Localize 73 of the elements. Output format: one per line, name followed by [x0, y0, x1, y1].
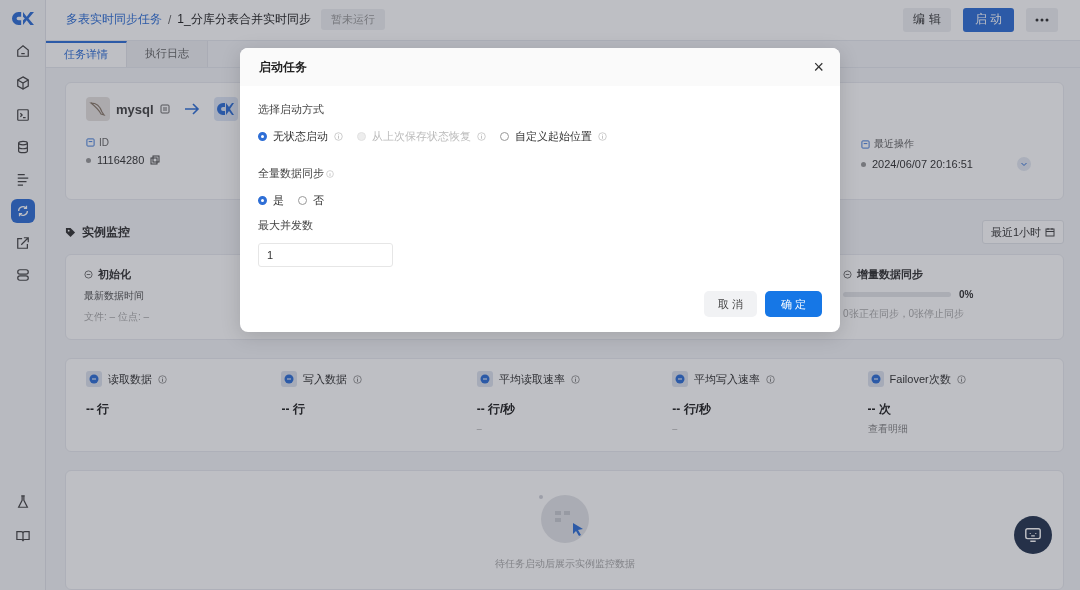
edit-button[interactable]: 编 辑	[903, 7, 951, 32]
metric-label: 写入数据	[303, 371, 348, 387]
arrow-icon	[183, 103, 200, 115]
radio-button[interactable]	[298, 196, 307, 205]
metric-label: Failover次数	[889, 371, 951, 387]
more-icon	[1035, 17, 1049, 22]
info-icon	[326, 169, 334, 178]
breadcrumb-separator: /	[168, 12, 172, 27]
info-icon	[570, 374, 580, 384]
info-icon	[598, 132, 607, 141]
tab[interactable]: 执行日志	[127, 40, 208, 67]
document-icon	[861, 139, 870, 149]
input-field[interactable]: 1	[258, 243, 393, 267]
radio-label[interactable]: 否	[313, 193, 324, 208]
confirm-button[interactable]: 确 定	[764, 291, 822, 317]
metric-value: -- 次	[867, 401, 892, 418]
info-icon	[766, 374, 776, 384]
metric-icon	[867, 371, 884, 387]
calendar-icon	[1045, 227, 1055, 237]
stage-title: 增量数据同步	[857, 267, 923, 282]
stage-text: 最新数据时间	[84, 289, 145, 303]
field-value: 2024/06/07 20:16:51	[872, 158, 973, 170]
section-title: 实例监控	[82, 223, 130, 241]
status-dot	[861, 161, 866, 167]
metric-label: 读取数据	[108, 371, 152, 387]
start-button[interactable]: 启 动	[962, 7, 1014, 32]
page-title: 1_分库分表合并实时同步	[177, 11, 311, 29]
radio-button[interactable]	[258, 196, 267, 205]
radio-label[interactable]: 无状态启动	[273, 129, 328, 144]
status-badge: 暂未运行	[320, 9, 385, 31]
metric-value: -- 行	[86, 401, 111, 418]
cancel-button[interactable]: 取 消	[703, 291, 757, 317]
breadcrumb-link[interactable]: 多表实时同步任务	[66, 11, 162, 29]
metric-value: -- 行/秒	[672, 401, 712, 418]
close-button[interactable]: ×	[809, 58, 828, 76]
info-icon	[334, 132, 343, 141]
progress-percent: 0%	[959, 289, 974, 300]
logo-icon	[213, 97, 238, 121]
info-icon	[353, 374, 363, 384]
logo-icon	[11, 12, 34, 25]
time-range-button[interactable]: 最近1小时	[981, 220, 1064, 244]
metric-icon	[476, 371, 493, 387]
tab[interactable]: 任务详情	[46, 40, 127, 67]
source-name: mysql	[116, 101, 154, 117]
metric-label: 平均写入速率	[694, 371, 761, 387]
document-icon	[86, 138, 95, 147]
info-icon	[477, 132, 486, 141]
radio-button[interactable]	[258, 132, 267, 141]
metric-value: -- 行	[281, 401, 306, 418]
metric-icon	[86, 371, 102, 387]
metric-subtext: –	[672, 424, 679, 434]
info-icon	[956, 374, 966, 384]
radio-button[interactable]	[500, 132, 509, 141]
sync-icon[interactable]	[10, 199, 35, 223]
radio-label[interactable]: 自定义起始位置	[515, 129, 592, 144]
metric-icon	[672, 371, 689, 387]
stage-title: 初始化	[98, 267, 131, 282]
tag-icon	[65, 226, 76, 238]
metric-value: -- 行/秒	[476, 401, 517, 418]
chat-icon	[1024, 526, 1042, 544]
metric-subtext: –	[476, 424, 483, 434]
field-value: 11164280	[97, 154, 145, 166]
info-icon	[158, 374, 167, 384]
status-dot	[86, 157, 91, 163]
dialog-title: 启动任务	[259, 58, 307, 76]
form-label: 全量数据同步	[258, 166, 324, 181]
radio-label[interactable]: 是	[273, 193, 284, 208]
metric-label: 平均读取速率	[498, 371, 565, 387]
field-label: ID	[99, 137, 109, 148]
form-label: 最大并发数	[258, 218, 314, 233]
metric-icon	[281, 371, 298, 387]
form-label: 选择启动方式	[258, 102, 325, 117]
field-label: 最近操作	[874, 137, 914, 151]
